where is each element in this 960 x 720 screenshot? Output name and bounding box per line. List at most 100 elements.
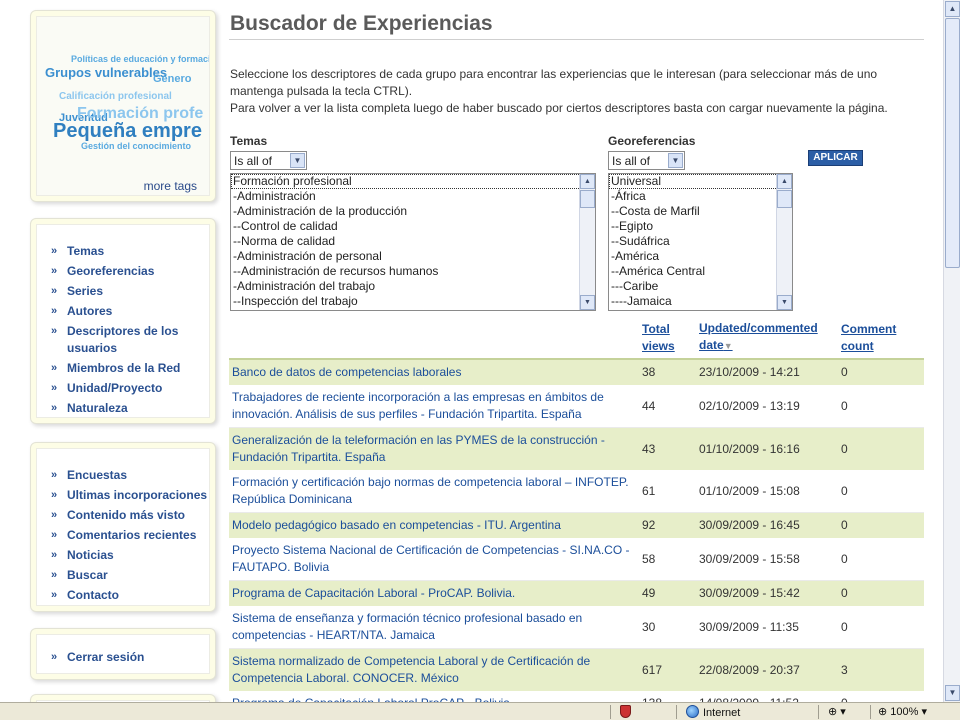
page-scroll-thumb[interactable] bbox=[945, 18, 960, 268]
scroll-up-icon[interactable]: ▲ bbox=[777, 174, 792, 189]
temas-option[interactable]: --Control de calidad bbox=[231, 219, 595, 234]
chevron-down-icon[interactable]: ▼ bbox=[290, 153, 305, 168]
date-cell: 22/08/2009 - 20:37 bbox=[696, 648, 838, 691]
geo-option[interactable]: -África bbox=[609, 189, 792, 204]
session-nav-item-label[interactable]: Cerrar sesión bbox=[67, 650, 144, 664]
experience-title-link[interactable]: Sistema de enseñanza y formación técnico… bbox=[229, 606, 639, 649]
protected-mode-icon[interactable] bbox=[620, 705, 631, 720]
primary-nav-item-label[interactable]: Temas bbox=[67, 244, 104, 258]
experience-title-link[interactable]: Trabajadores de reciente incorporación a… bbox=[229, 385, 639, 428]
temas-option[interactable]: -Administración bbox=[231, 189, 595, 204]
primary-nav-item[interactable]: » Descriptores de los usuarios bbox=[51, 323, 211, 357]
primary-nav-item[interactable]: » Georeferencias bbox=[51, 263, 211, 280]
scroll-thumb[interactable] bbox=[777, 190, 792, 208]
geo-option[interactable]: ---Caribe bbox=[609, 279, 792, 294]
secondary-nav-item[interactable]: » Contacto bbox=[51, 587, 211, 604]
primary-nav-item-label[interactable]: Georeferencias bbox=[67, 264, 154, 278]
primary-nav-item-label[interactable]: Series bbox=[67, 284, 103, 298]
secondary-nav-item[interactable]: » Encuestas bbox=[51, 467, 211, 484]
temas-option[interactable]: --Administración de recursos humanos bbox=[231, 264, 595, 279]
geo-scrollbar[interactable]: ▲ ▼ bbox=[776, 174, 792, 310]
geo-option[interactable]: --América Central bbox=[609, 264, 792, 279]
primary-nav-item-label[interactable]: Miembros de la Red bbox=[67, 361, 180, 375]
primary-nav-item-label[interactable]: Naturaleza bbox=[67, 401, 128, 415]
apply-button[interactable]: APLICAR bbox=[808, 150, 863, 166]
secondary-nav-item[interactable]: » Ultimas incorporaciones bbox=[51, 487, 211, 504]
primary-nav-item[interactable]: » Temas bbox=[51, 243, 211, 260]
primary-nav-item[interactable]: » Naturaleza bbox=[51, 400, 211, 417]
secondary-nav-item-label[interactable]: Encuestas bbox=[67, 468, 127, 482]
geo-operator-select[interactable]: Is all of ▼ bbox=[608, 151, 685, 170]
session-nav-item[interactable]: » Cerrar sesión bbox=[51, 649, 211, 666]
views-column-header[interactable]: Total views bbox=[639, 318, 696, 360]
experience-title-link[interactable]: Banco de datos de competencias laborales bbox=[229, 359, 639, 385]
scroll-up-icon[interactable]: ▲ bbox=[945, 1, 960, 17]
primary-nav-item-label[interactable]: Descriptores de los usuarios bbox=[67, 324, 178, 355]
experience-title-link[interactable]: Formación y certificación bajo normas de… bbox=[229, 470, 639, 513]
secondary-nav-item[interactable]: » Noticias bbox=[51, 547, 211, 564]
status-divider bbox=[610, 705, 611, 719]
geo-option[interactable]: --Egipto bbox=[609, 219, 792, 234]
chevron-down-icon[interactable]: ▼ bbox=[668, 153, 683, 168]
experience-title-link[interactable]: Proyecto Sistema Nacional de Certificaci… bbox=[229, 538, 639, 581]
bullet-icon: » bbox=[51, 569, 58, 581]
temas-option[interactable]: --Norma de calidad bbox=[231, 234, 595, 249]
secondary-nav-item-label[interactable]: Noticias bbox=[67, 548, 114, 562]
primary-nav-item[interactable]: » Series bbox=[51, 283, 211, 300]
scroll-down-icon[interactable]: ▼ bbox=[777, 295, 792, 310]
temas-option[interactable]: Formación profesional bbox=[231, 174, 595, 189]
temas-operator-select[interactable]: Is all of ▼ bbox=[230, 151, 307, 170]
tag-grupos-vulnerables[interactable]: Grupos vulnerables bbox=[45, 65, 167, 80]
comments-header-label[interactable]: Comment count bbox=[841, 322, 896, 353]
tag-pequena-empresa[interactable]: Pequeña empre bbox=[53, 120, 202, 143]
tag-politicas[interactable]: Políticas de educación y formación bbox=[71, 54, 209, 64]
secondary-nav-item-label[interactable]: Buscar bbox=[67, 568, 108, 582]
geo-listbox[interactable]: Universal -África --Costa de Marfil --Egipt… bbox=[608, 173, 793, 311]
primary-nav-item[interactable]: » Miembros de la Red bbox=[51, 360, 211, 377]
tag-calificacion[interactable]: Calificación profesional bbox=[59, 91, 172, 102]
scroll-down-icon[interactable]: ▼ bbox=[945, 685, 960, 701]
geo-option[interactable]: -América bbox=[609, 249, 792, 264]
primary-nav-item-label[interactable]: Autores bbox=[67, 304, 112, 318]
experience-title-link[interactable]: Generalización de la teleformación en la… bbox=[229, 427, 639, 470]
temas-option[interactable]: -Administración de personal bbox=[231, 249, 595, 264]
zoom-control[interactable]: ⊕ 100% ▾ bbox=[878, 705, 927, 719]
geo-filter-label: Georeferencias bbox=[608, 134, 696, 148]
temas-listbox[interactable]: Formación profesional -Administración -Adm… bbox=[230, 173, 596, 311]
secondary-nav-item-label[interactable]: Contacto bbox=[67, 588, 119, 602]
geo-option[interactable]: --Sudáfrica bbox=[609, 234, 792, 249]
secondary-nav-item-label[interactable]: Ultimas incorporaciones bbox=[67, 488, 207, 502]
scroll-up-icon[interactable]: ▲ bbox=[580, 174, 595, 189]
tag-gestion-conocimiento[interactable]: Gestión del conocimiento bbox=[81, 141, 191, 151]
experience-title-link[interactable]: Programa de Capacitación Laboral - ProCA… bbox=[229, 580, 639, 606]
zoom-icon[interactable]: ⊕ ▾ bbox=[828, 705, 846, 719]
secondary-nav-item[interactable]: » Comentarios recientes bbox=[51, 527, 211, 544]
page-scrollbar[interactable]: ▲ ▼ bbox=[943, 0, 960, 702]
secondary-nav-item-label[interactable]: Contenido más visto bbox=[67, 508, 185, 522]
geo-option[interactable]: ----Jamaica bbox=[609, 294, 792, 309]
more-tags-link[interactable]: more tags bbox=[144, 179, 197, 193]
scroll-thumb[interactable] bbox=[580, 190, 595, 208]
primary-nav-item[interactable]: » Autores bbox=[51, 303, 211, 320]
geo-option[interactable]: --Costa de Marfil bbox=[609, 204, 792, 219]
primary-nav-item[interactable]: » Unidad/Proyecto bbox=[51, 380, 211, 397]
comments-column-header[interactable]: Comment count bbox=[838, 318, 924, 360]
date-header-label[interactable]: Updated/commented date bbox=[699, 321, 818, 352]
secondary-nav-item[interactable]: » Buscar bbox=[51, 567, 211, 584]
temas-option[interactable]: -Administración de la producción bbox=[231, 204, 595, 219]
geo-option[interactable]: Universal bbox=[609, 174, 792, 189]
security-zone[interactable]: Internet bbox=[686, 705, 740, 720]
views-header-label[interactable]: Total views bbox=[642, 322, 675, 353]
scroll-down-icon[interactable]: ▼ bbox=[580, 295, 595, 310]
secondary-nav-item[interactable]: » Contenido más visto bbox=[51, 507, 211, 524]
bullet-icon: » bbox=[51, 245, 58, 257]
experience-title-link[interactable]: Modelo pedagógico basado en competencias… bbox=[229, 512, 639, 538]
date-column-header[interactable]: Updated/commented date▼ bbox=[696, 318, 838, 360]
primary-nav-item-label[interactable]: Unidad/Proyecto bbox=[67, 381, 162, 395]
experience-title-link[interactable]: Sistema normalizado de Competencia Labor… bbox=[229, 648, 639, 691]
temas-scrollbar[interactable]: ▲ ▼ bbox=[579, 174, 595, 310]
tag-genero[interactable]: Género bbox=[153, 73, 192, 85]
temas-option[interactable]: --Inspección del trabajo bbox=[231, 294, 595, 309]
secondary-nav-item-label[interactable]: Comentarios recientes bbox=[67, 528, 196, 542]
temas-option[interactable]: -Administración del trabajo bbox=[231, 279, 595, 294]
